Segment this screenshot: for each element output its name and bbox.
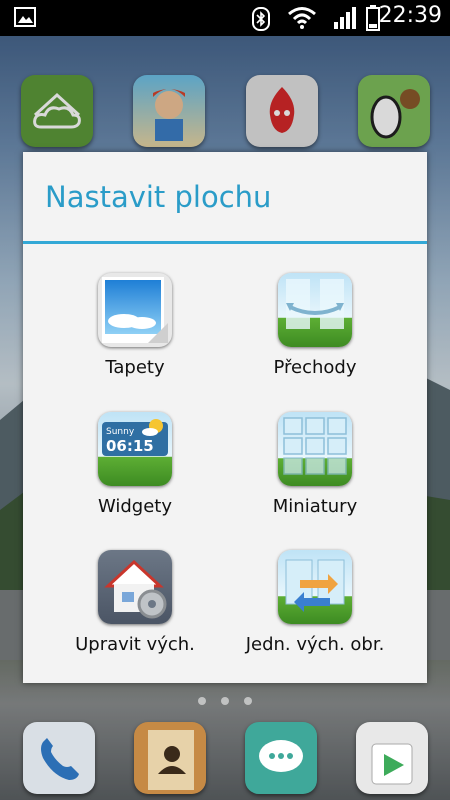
phone-icon[interactable] bbox=[23, 722, 95, 794]
option-label: Jedn. vých. obr. bbox=[245, 634, 385, 655]
messaging-icon[interactable] bbox=[245, 722, 317, 794]
option-label: Přechody bbox=[273, 357, 357, 378]
edit-default-icon bbox=[98, 550, 172, 624]
option-label: Widgety bbox=[97, 496, 173, 517]
page-indicator-dot bbox=[198, 697, 206, 705]
widgets-icon: Sunny 06:15 bbox=[98, 412, 172, 486]
widget-time-text: 06:15 bbox=[106, 437, 154, 455]
option-transitions[interactable]: Přechody bbox=[225, 273, 405, 401]
contacts-icon[interactable] bbox=[134, 722, 206, 794]
dialog-divider bbox=[23, 241, 427, 244]
option-label: Upravit vých. bbox=[75, 634, 195, 655]
default-screen-icon bbox=[278, 550, 352, 624]
set-home-screen-dialog: Nastavit plochu Tapety Přechody Sunny 06… bbox=[23, 152, 427, 683]
option-label: Tapety bbox=[105, 357, 165, 378]
option-wallpapers[interactable]: Tapety bbox=[45, 273, 225, 401]
page-indicator-dot bbox=[221, 697, 229, 705]
gallery-icon bbox=[14, 7, 36, 27]
dialog-title: Nastavit plochu bbox=[45, 180, 272, 214]
thumbnails-icon bbox=[278, 412, 352, 486]
clock: 22:39 bbox=[378, 3, 442, 28]
option-edit-default[interactable]: Upravit vých. bbox=[45, 550, 225, 678]
wifi-icon bbox=[288, 7, 316, 29]
page-indicator-dot bbox=[244, 697, 252, 705]
option-label: Miniatury bbox=[272, 496, 358, 517]
widget-weather-text: Sunny bbox=[106, 427, 135, 437]
option-default-screen[interactable]: Jedn. vých. obr. bbox=[225, 550, 405, 678]
transitions-icon bbox=[278, 273, 352, 347]
option-widgets[interactable]: Sunny 06:15 Widgety bbox=[45, 412, 225, 540]
wallpaper-icon bbox=[98, 273, 172, 347]
bluetooth-icon bbox=[252, 7, 270, 31]
signal-icon bbox=[334, 7, 356, 29]
option-thumbnails[interactable]: Miniatury bbox=[225, 412, 405, 540]
status-bar: 22:39 bbox=[0, 0, 450, 36]
play-store-icon[interactable] bbox=[356, 722, 428, 794]
